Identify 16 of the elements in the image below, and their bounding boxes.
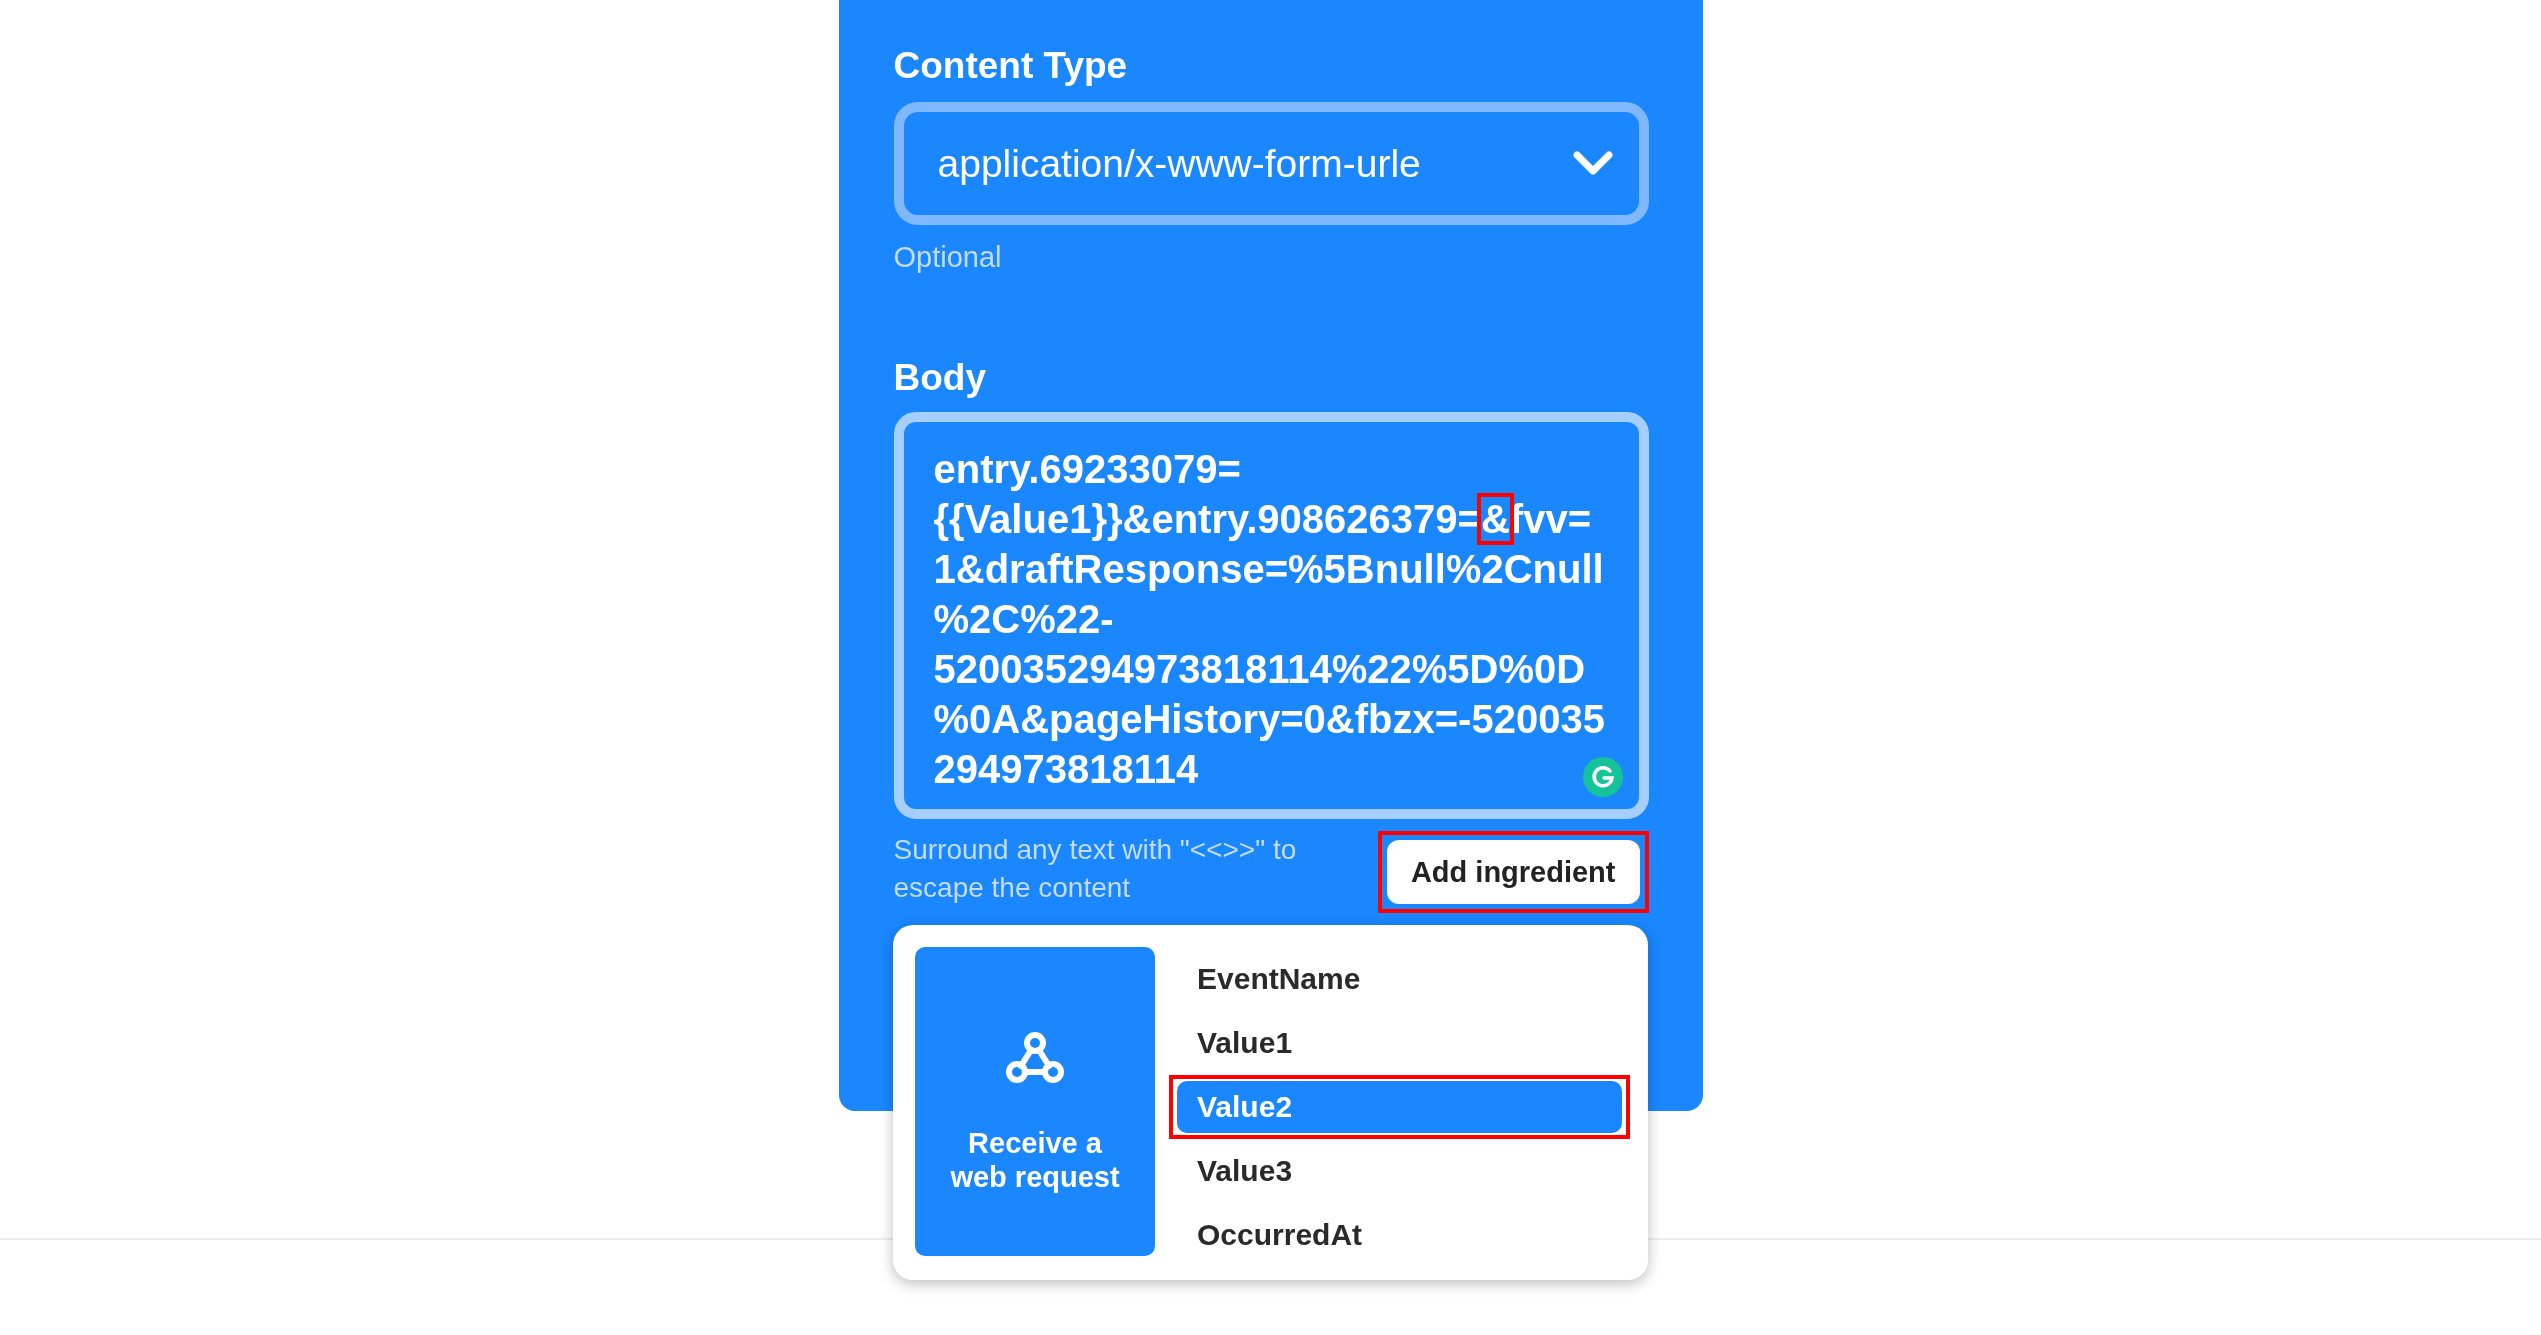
field-label: Body	[893, 356, 987, 400]
optional-hint: Optional	[893, 241, 1003, 274]
network-nodes-icon	[1005, 1029, 1065, 1086]
ingredient-item[interactable]: Value1	[1177, 1017, 1622, 1069]
body-field[interactable]: entry.69233079={{Value1}}&entry.908626379=&fvv=1&draftResponse=%5Bnull%2Cnull%2C%22-520035294973818114%22%5D%0D%0A&pageHistory=0&fbzx=-520035294973818114	[893, 412, 1649, 819]
ingredient-item[interactable]: Value3	[1177, 1145, 1622, 1197]
field-label: Content Type	[893, 44, 1129, 88]
add-ingredient-button[interactable]: Add ingredient	[1386, 840, 1640, 904]
ingredient-item[interactable]: OccurredAt	[1177, 1209, 1622, 1261]
g-circle-icon[interactable]	[1582, 757, 1623, 797]
source-title: Receive a web request	[949, 1125, 1121, 1194]
escape-hint: Surround any text with "<<>>" to escape the content	[893, 833, 1298, 905]
content-type-select[interactable]: application/x-www-form-urle	[893, 102, 1649, 225]
ingredient-item[interactable]: EventName	[1177, 953, 1622, 1005]
chevron-down-icon	[1572, 150, 1613, 177]
ingredient-item[interactable]: Value2	[1177, 1081, 1622, 1133]
